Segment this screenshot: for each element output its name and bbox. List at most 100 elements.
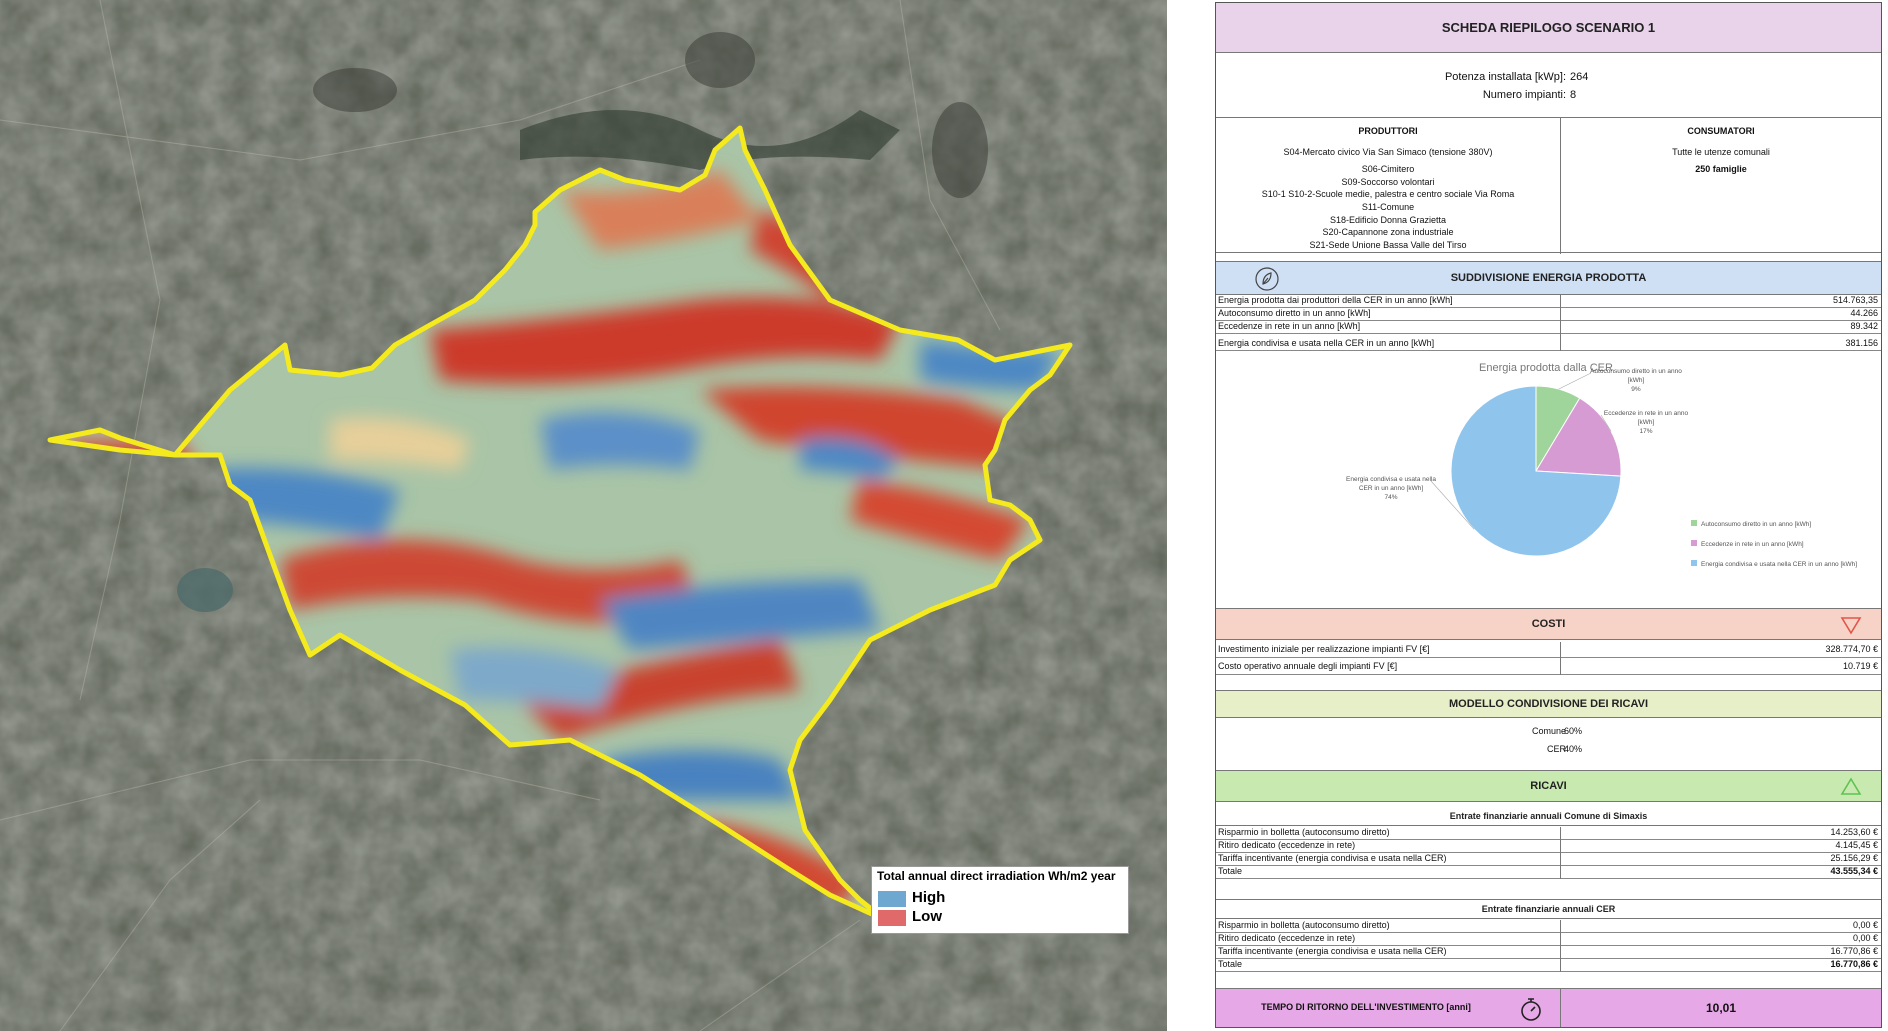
param-plants: Numero impianti: 8 (1216, 89, 1881, 105)
producer-item: S09-Soccorso volontari (1341, 177, 1435, 187)
cost-row-value: 10.719 € (1842, 661, 1878, 671)
pie-data-label: 9% (1631, 386, 1641, 393)
energy-row-value: 89.342 (1850, 321, 1878, 331)
producer-item: S20-Capannone zona industriale (1322, 227, 1454, 237)
consumer-item: 250 famiglie (1695, 164, 1747, 174)
energy-row: Autoconsumo diretto in un anno [kWh] 44.2… (1216, 308, 1881, 321)
sharing-header: MODELLO CONDIVISIONE DEI RICAVI (1216, 690, 1881, 718)
energy-pie-chart: Energia prodotta dalla CERAutoconsumo di… (1346, 362, 1857, 568)
producer-item: S04-Mercato civico Via San Simaco (tensi… (1283, 147, 1493, 157)
sharing-value: 60% (1564, 726, 1583, 736)
producer-item: S06-Cimitero (1361, 164, 1415, 174)
cer-revenue-header: Entrate finanziarie annuali CER (1216, 899, 1881, 919)
pie-legend-entry: Energia condivisa e usata nella CER in u… (1701, 561, 1857, 568)
revenue-row: Risparmio in bolletta (autoconsumo diret… (1216, 920, 1881, 933)
costs-header: COSTI (1216, 608, 1881, 640)
energy-row-label: Energia condivisa e usata nella CER in u… (1218, 338, 1435, 348)
energy-header-label: SUDDIVISIONE ENERGIA PRODOTTA (1450, 272, 1647, 284)
payback-label: TEMPO DI RITORNO DELL'INVESTIMENTO [anni… (1261, 1002, 1471, 1012)
revenue-row-value: 25.156,29 € (1830, 853, 1878, 863)
cost-row-value: 328.774,70 € (1825, 644, 1878, 654)
revenue-row-label: Totale (1218, 959, 1243, 969)
legend-low-swatch (878, 910, 906, 926)
pie-data-label: Eccedenze in rete in un anno (1604, 410, 1689, 417)
energy-row-value: 381.156 (1845, 338, 1878, 348)
param-label: Numero impianti: (1482, 89, 1566, 101)
revenue-row-value: 16.770,86 € (1830, 959, 1878, 969)
triangle-down-icon (1840, 617, 1862, 635)
producer-item: S21-Sede Unione Bassa Valle del Tirso (1309, 240, 1467, 250)
revenue-row: Tariffa incentivante (energia condivisa … (1216, 946, 1881, 959)
energy-row-value: 44.266 (1850, 308, 1878, 318)
revenue-row-value: 43.555,34 € (1830, 866, 1878, 876)
pie-data-label: Autoconsumo diretto in un anno (1590, 368, 1682, 375)
legend-high-swatch (878, 891, 906, 907)
producers-consumers-table: PRODUTTORI CONSUMATORI S04-Mercato civic… (1216, 117, 1881, 254)
revenue-total-row: Totale 43.555,34 € (1216, 866, 1881, 879)
sharing-value: 40% (1564, 744, 1583, 754)
revenue-header: RICAVI (1216, 770, 1881, 802)
producer-item: S10-1 S10-2-Scuole medie, palestra e cen… (1261, 189, 1515, 199)
legend-title: Total annual direct irradiation Wh/m2 ye… (877, 869, 1116, 883)
revenue-row-value: 14.253,60 € (1830, 827, 1878, 837)
energy-row: Energia prodotta dai produttori della CE… (1216, 295, 1881, 308)
revenue-row-label: Tariffa incentivante (energia condivisa … (1218, 853, 1447, 863)
stopwatch-icon (1521, 998, 1541, 1021)
consumers-header: CONSUMATORI (1687, 126, 1755, 136)
pie-data-label: 74% (1384, 494, 1397, 501)
revenue-row-value: 0,00 € (1852, 920, 1878, 930)
revenue-row: Tariffa incentivante (energia condivisa … (1216, 853, 1881, 866)
pie-data-label: [kWh] (1638, 419, 1655, 426)
pie-data-label: [kWh] (1628, 377, 1645, 384)
revenue-row-value: 0,00 € (1852, 933, 1878, 943)
producers-header: PRODUTTORI (1358, 126, 1418, 136)
energy-row: Eccedenze in rete in un anno [kWh] 89.342 (1216, 321, 1881, 334)
cost-row-label: Investimento iniziale per realizzazione … (1218, 644, 1430, 654)
pie-legend-swatch (1691, 560, 1697, 566)
payback-value: 10,01 (1705, 1001, 1737, 1015)
energy-row: Energia condivisa e usata nella CER in u… (1216, 338, 1881, 351)
revenue-row-value: 4.145,45 € (1835, 840, 1878, 850)
revenue-row: Ritiro dedicato (eccedenze in rete) 0,00 … (1216, 933, 1881, 946)
revenue-total-row: Totale 16.770,86 € (1216, 959, 1881, 972)
sharing-label: CER (1546, 744, 1566, 754)
revenue-row-label: Ritiro dedicato (eccedenze in rete) (1218, 933, 1356, 943)
scenario-summary-sheet: SCHEDA RIEPILOGO SCENARIO 1 Potenza inst… (1215, 2, 1882, 1028)
pie-legend-entry: Eccedenze in rete in un anno [kWh] (1701, 541, 1804, 548)
sharing-row: CER 40% (1216, 744, 1881, 758)
param-value: 264 (1570, 71, 1589, 83)
param-value: 8 (1570, 89, 1577, 101)
energy-row-value: 514.763,35 (1832, 295, 1878, 305)
revenue-row: Risparmio in bolletta (autoconsumo diret… (1216, 827, 1881, 840)
energy-header: SUDDIVISIONE ENERGIA PRODOTTA (1216, 261, 1881, 295)
sharing-label: Comune (1531, 726, 1566, 736)
pie-data-label: Energia condivisa e usata nella (1346, 476, 1436, 483)
revenue-row-label: Tariffa incentivante (energia condivisa … (1218, 946, 1447, 956)
cost-row: Investimento iniziale per realizzazione … (1216, 642, 1881, 658)
pie-legend-entry: Autoconsumo diretto in un anno [kWh] (1701, 521, 1811, 528)
costs-header-label: COSTI (1531, 618, 1566, 630)
comune-revenue-header: Entrate finanziarie annuali Comune di Si… (1216, 806, 1881, 826)
sharing-row: Comune 60% (1216, 726, 1881, 740)
revenue-row-value: 16.770,86 € (1830, 946, 1878, 956)
energy-row-label: Eccedenze in rete in un anno [kWh] (1218, 321, 1361, 331)
leaf-icon (1255, 267, 1279, 291)
revenue-header-label: RICAVI (1530, 780, 1567, 792)
revenue-row-label: Totale (1218, 866, 1243, 876)
revenue-row-label: Risparmio in bolletta (autoconsumo diret… (1218, 827, 1390, 837)
revenue-row-label: Risparmio in bolletta (autoconsumo diret… (1218, 920, 1390, 930)
payback-row: TEMPO DI RITORNO DELL'INVESTIMENTO [anni… (1216, 988, 1881, 1027)
param-power: Potenza installata [kWp]: 264 (1216, 71, 1881, 87)
triangle-up-icon (1840, 777, 1862, 795)
map-legend: Total annual direct irradiation Wh/m2 ye… (871, 866, 1129, 934)
pie-legend-swatch (1691, 520, 1697, 526)
pie-data-label: CER in un anno [kWh] (1359, 485, 1424, 492)
cost-row-label: Costo operativo annuale degli impianti F… (1218, 661, 1398, 671)
pie-legend-swatch (1691, 540, 1697, 546)
sheet-title: SCHEDA RIEPILOGO SCENARIO 1 (1216, 3, 1881, 53)
legend-high-label: High (912, 889, 946, 906)
energy-row-label: Energia prodotta dai produttori della CE… (1218, 295, 1453, 305)
legend-low-label: Low (912, 908, 942, 925)
consumer-item: Tutte le utenze comunali (1672, 147, 1770, 157)
revenue-row: Ritiro dedicato (eccedenze in rete) 4.145… (1216, 840, 1881, 853)
